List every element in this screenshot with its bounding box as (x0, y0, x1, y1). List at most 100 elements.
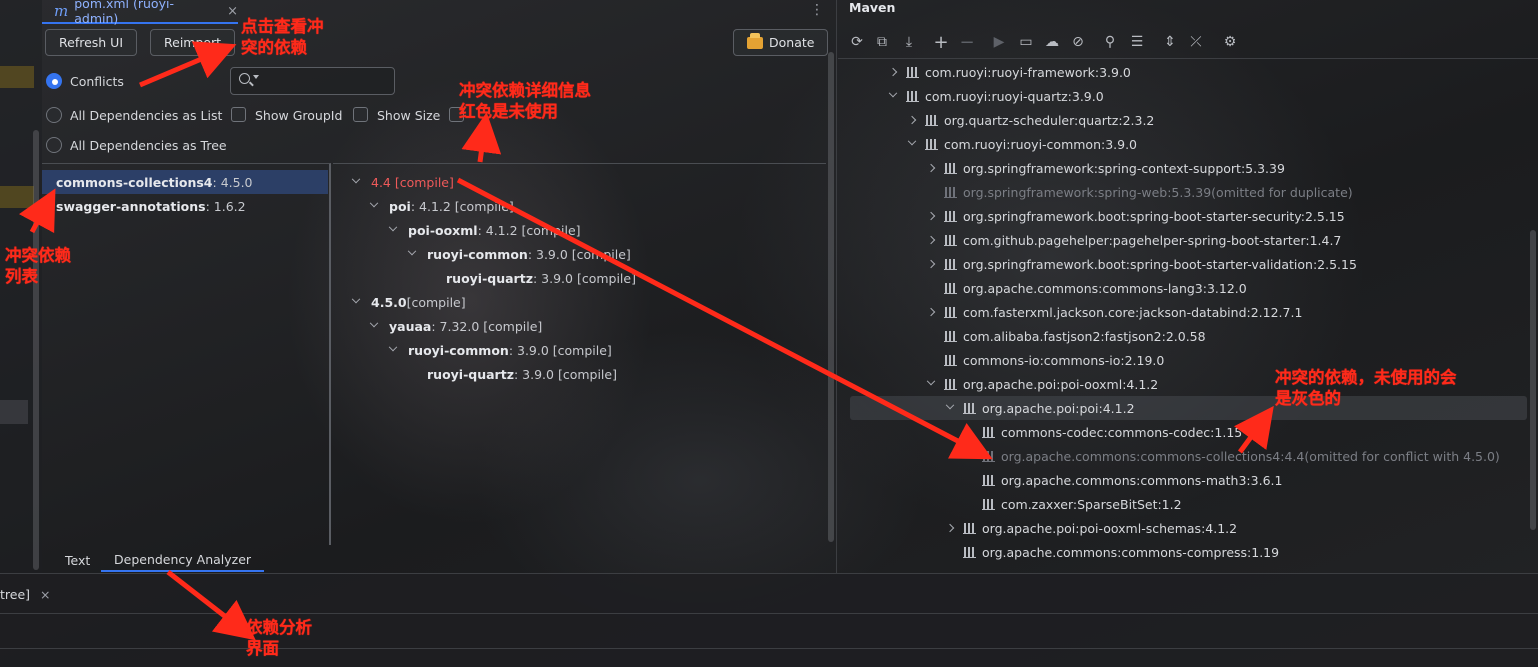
maven-tree-node[interactable]: com.github.pagehelper:pagehelper-spring-… (926, 228, 1342, 252)
list-radio[interactable] (46, 107, 62, 123)
maven-node-label: commons-io:commons-io:2.19.0 (963, 352, 1165, 368)
show-groupid-checkbox[interactable] (231, 107, 246, 122)
show-dependencies-icon[interactable]: ⚲ (1101, 33, 1119, 51)
maven-tree-node[interactable]: org.apache.commons:commons-lang3:3.12.0 (928, 276, 1247, 300)
chevron-right-icon[interactable] (926, 235, 936, 245)
chevron-down-icon[interactable] (369, 318, 379, 328)
maven-tree-node[interactable]: org.apache.commons:commons-math3:3.6.1 (966, 468, 1282, 492)
maven-tree-node[interactable]: com.ruoyi:ruoyi-framework:3.9.0 (888, 60, 1131, 84)
maven-tree-node[interactable]: com.ruoyi:ruoyi-quartz:3.9.0 (888, 84, 1104, 108)
collapse-all-icon[interactable]: ⤫ (1187, 33, 1205, 51)
library-icon (944, 354, 957, 366)
maven-tree-node[interactable]: org.apache.poi:poi:4.1.2 (945, 396, 1135, 420)
panel-divider[interactable] (836, 0, 837, 573)
close-icon[interactable]: × (227, 4, 238, 19)
maven-file-icon: m (54, 2, 69, 20)
editor-scrollbar[interactable] (828, 52, 834, 542)
show-size-label: Show Size (377, 108, 441, 123)
tree-node[interactable]: poi-ooxml : 4.1.2 [compile] (388, 218, 581, 242)
reload-icon[interactable]: ⟳ (848, 33, 866, 51)
chevron-down-icon[interactable] (369, 198, 379, 208)
maven-tree-node[interactable]: org.apache.commons:commons-compress:1.19 (947, 540, 1279, 564)
chevron-down-icon[interactable] (945, 400, 955, 410)
maven-node-label: org.springframework.boot:spring-boot-sta… (963, 256, 1357, 272)
toggle-offline-icon[interactable]: ☁ (1043, 33, 1061, 51)
more-options-icon[interactable]: ⋮ (810, 2, 824, 18)
close-icon[interactable]: × (40, 587, 50, 602)
maven-tree-node[interactable]: org.springframework:spring-context-suppo… (926, 156, 1285, 180)
show-size-checkbox[interactable] (353, 107, 368, 122)
chevron-right-icon[interactable] (926, 307, 936, 317)
maven-scrollbar[interactable] (1530, 230, 1536, 530)
tree-radio[interactable] (46, 137, 62, 153)
gutter-marker (0, 186, 34, 208)
chevron-right-icon[interactable] (926, 211, 936, 221)
tree-label: All Dependencies as Tree (70, 138, 227, 153)
download-icon[interactable]: ⤓ (900, 33, 918, 51)
annotation-grey-unused: 冲突的依赖，未使用的会 是灰色的 (1275, 368, 1457, 408)
reimport-button[interactable]: Reimport (150, 29, 236, 56)
tree-node[interactable]: ruoyi-common : 3.9.0 [compile] (388, 338, 612, 362)
maven-tree-node[interactable]: org.springframework:spring-web:5.3.39 (o… (928, 180, 1353, 204)
chevron-right-icon[interactable] (926, 163, 936, 173)
chevron-down-icon[interactable] (907, 136, 917, 146)
tab-tree-run[interactable]: tree] × (0, 587, 51, 602)
settings-icon[interactable]: ⚙ (1221, 33, 1239, 51)
chevron-right-icon[interactable] (926, 259, 936, 269)
maven-tree-node[interactable]: org.apache.poi:poi-ooxml-schemas:4.1.2 (945, 516, 1237, 540)
tree-node[interactable]: poi : 4.1.2 [compile] (369, 194, 514, 218)
maven-tree-node[interactable]: org.springframework.boot:spring-boot-sta… (926, 252, 1357, 276)
tab-text[interactable]: Text (65, 548, 90, 572)
chevron-down-icon[interactable] (926, 376, 936, 386)
tree-node-name: ruoyi-quartz (427, 366, 514, 382)
maven-node-label: org.springframework:spring-web:5.3.39 (963, 184, 1212, 200)
tab-dependency-analyzer[interactable]: Dependency Analyzer (101, 548, 265, 572)
chevron-down-icon[interactable] (351, 294, 361, 304)
maven-tree-node[interactable]: org.apache.commons:commons-collections4:… (966, 444, 1500, 468)
skip-tests-icon[interactable]: ⊘ (1069, 33, 1087, 51)
maven-tree-node[interactable]: commons-codec:commons-codec:1.15 (966, 420, 1242, 444)
chevron-down-icon[interactable] (351, 174, 361, 184)
maven-node-label: com.github.pagehelper:pagehelper-spring-… (963, 232, 1342, 248)
chevron-down-icon[interactable] (407, 246, 417, 256)
list-item-version: : 1.6.2 (205, 198, 246, 214)
refresh-ui-button[interactable]: Refresh UI (45, 29, 138, 56)
maven-tree-node[interactable]: commons-io:commons-io:2.19.0 (928, 348, 1164, 372)
chevron-right-icon[interactable] (888, 67, 898, 77)
library-icon (944, 378, 957, 390)
tree-node-name: yauaa (389, 318, 432, 334)
maven-tree-node[interactable]: com.zaxxer:SparseBitSet:1.2 (966, 492, 1182, 516)
tree-node[interactable]: ruoyi-quartz : 3.9.0 [compile] (427, 362, 617, 386)
chevron-down-icon[interactable] (388, 222, 398, 232)
chevron-down-icon[interactable] (388, 342, 398, 352)
chevron-down-icon[interactable] (888, 88, 898, 98)
generate-sources-icon[interactable]: ⧉ (873, 33, 891, 51)
chevron-right-icon[interactable] (907, 115, 917, 125)
search-input[interactable] (230, 67, 395, 95)
maven-tree-node[interactable]: com.fasterxml.jackson.core:jackson-datab… (926, 300, 1302, 324)
maven-tree-node[interactable]: org.springframework.boot:spring-boot-sta… (926, 204, 1345, 228)
donate-button[interactable]: Donate (733, 29, 829, 56)
chevron-right-icon[interactable] (945, 523, 955, 533)
maven-tree-node[interactable]: org.apache.poi:poi-ooxml:4.1.2 (926, 372, 1158, 396)
execute-goal-icon[interactable]: ▭ (1017, 33, 1035, 51)
tree-node[interactable]: 4.5.0 [compile] (351, 290, 466, 314)
chevron-down-icon (253, 75, 259, 79)
show-ignored-icon[interactable]: ☰ (1128, 33, 1146, 51)
tree-node[interactable]: 4.4 [compile] (351, 170, 454, 194)
maven-tree-node[interactable]: org.quartz-scheduler:quartz:2.3.2 (907, 108, 1154, 132)
editor-tab-pom[interactable]: m pom.xml (ruoyi-admin) × (42, 0, 238, 26)
tree-node[interactable]: yauaa : 7.32.0 [compile] (369, 314, 542, 338)
maven-tree-node[interactable]: com.alibaba.fastjson2:fastjson2:2.0.58 (928, 324, 1206, 348)
maven-tree-node[interactable]: com.ruoyi:ruoyi-common:3.9.0 (907, 132, 1137, 156)
maven-panel-title: Maven (849, 0, 896, 15)
left-scrollbar[interactable] (33, 130, 39, 570)
maven-node-label: com.alibaba.fastjson2:fastjson2:2.0.58 (963, 328, 1206, 344)
conflicts-radio[interactable] (46, 73, 62, 89)
add-icon[interactable]: + (932, 32, 950, 53)
list-item[interactable]: swagger-annotations : 1.6.2 (42, 194, 328, 218)
list-item[interactable]: commons-collections4 : 4.5.0 (42, 170, 328, 194)
expand-all-icon[interactable]: ⇕ (1161, 33, 1179, 51)
tree-node[interactable]: ruoyi-quartz : 3.9.0 [compile] (446, 266, 636, 290)
tree-node[interactable]: ruoyi-common : 3.9.0 [compile] (407, 242, 631, 266)
